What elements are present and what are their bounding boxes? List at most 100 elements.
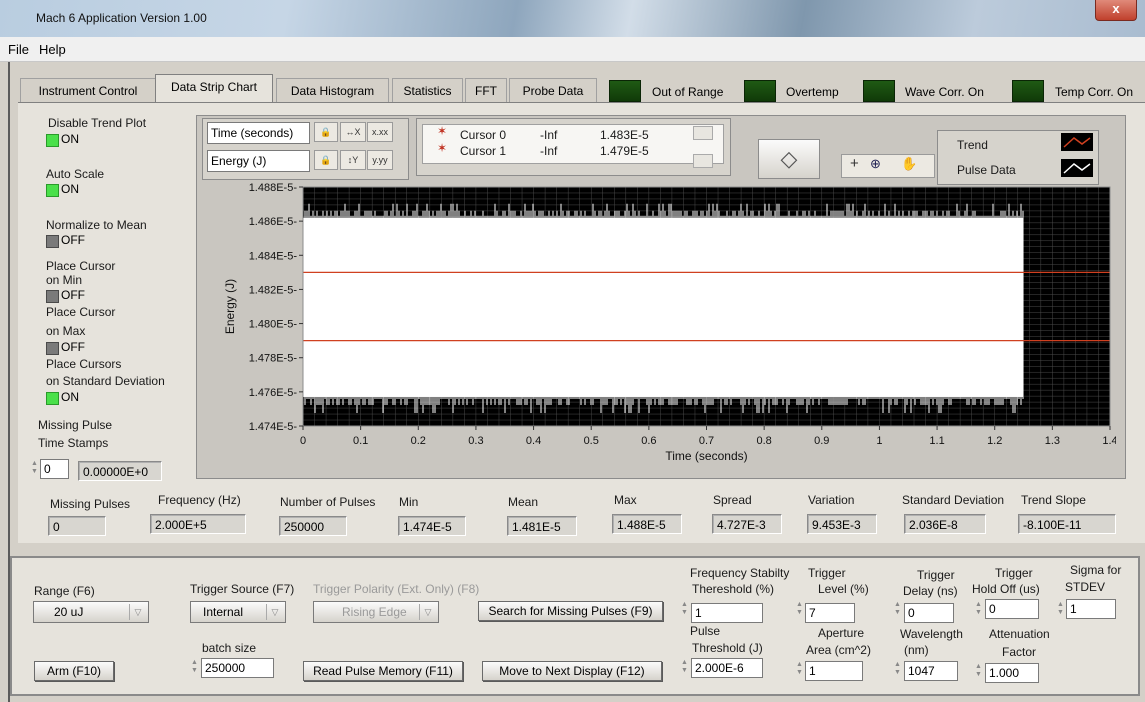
missing-ts-index-spinner[interactable]: ▲ ▼ xyxy=(30,460,39,478)
stat-spread-label: Spread xyxy=(713,493,752,507)
aperture-spinner[interactable]: ▲ ▼ xyxy=(795,661,804,679)
trigger-level-label2: Level (%) xyxy=(818,582,869,596)
y-axis-title: Energy (J) xyxy=(223,279,237,334)
stat-mean-value: 1.481E-5 xyxy=(507,516,577,536)
x-tick-label: 0.6 xyxy=(641,435,656,447)
trigger-level-spinner[interactable]: ▲ ▼ xyxy=(795,601,804,619)
normalize-state: OFF xyxy=(61,233,85,247)
holdoff-spinner[interactable]: ▲ ▼ xyxy=(974,601,983,619)
cursor-std-label1: Place Cursors xyxy=(46,357,122,371)
tab-statistics[interactable]: Statistics xyxy=(392,78,463,103)
tab-probe-data[interactable]: Probe Data xyxy=(509,78,597,103)
x-autoscale-icon[interactable]: ↔X xyxy=(340,122,366,142)
tab-data-histogram[interactable]: Data Histogram xyxy=(276,78,389,103)
stat-spread-value: 4.727E-3 xyxy=(712,514,782,534)
strip-chart[interactable]: 1.474E-5- 1.476E-5- 1.478E-5- 1.480E-5- 1.48… xyxy=(196,180,1116,476)
legend-trend-label: Trend xyxy=(957,138,988,152)
menu-help[interactable]: Help xyxy=(39,42,66,57)
trigger-polarity-value: Rising Edge xyxy=(342,605,407,619)
pan-tool-icon[interactable]: ✋ xyxy=(901,156,917,172)
tab-data-strip-chart[interactable]: Data Strip Chart xyxy=(155,74,273,104)
tab-fft[interactable]: FFT xyxy=(465,78,507,103)
cursor-move-icon[interactable]: ◇ xyxy=(758,139,820,179)
batch-size-spinner[interactable]: ▲ ▼ xyxy=(190,659,199,677)
out-of-range-led xyxy=(609,80,641,102)
trigger-delay-input[interactable]: 0 xyxy=(904,603,954,623)
holdoff-label1: Trigger xyxy=(995,566,1033,580)
x-lock-icon[interactable]: 🔒 xyxy=(314,122,338,142)
cursor-0-name[interactable]: Cursor 0 xyxy=(460,128,506,142)
cursor-std-toggle[interactable] xyxy=(46,392,59,405)
cursor-1-name[interactable]: Cursor 1 xyxy=(460,144,506,158)
close-button[interactable]: x xyxy=(1095,0,1137,21)
trigger-source-select[interactable]: Internal ▽ xyxy=(190,601,286,623)
x-tick-label: 0.9 xyxy=(814,435,829,447)
cursor-1-x: -Inf xyxy=(540,144,558,158)
cursor-legend-scroll-down[interactable] xyxy=(693,154,713,168)
y-scale-name[interactable]: Energy (J) xyxy=(207,150,310,172)
cursor-max-toggle[interactable] xyxy=(46,342,59,355)
trigger-level-label1: Trigger xyxy=(808,566,846,580)
holdoff-input[interactable]: 0 xyxy=(985,599,1039,619)
aperture-label1: Aperture xyxy=(818,626,865,640)
cursor-min-toggle[interactable] xyxy=(46,290,59,303)
cursor-min-label1: Place Cursor xyxy=(46,259,116,273)
trigger-polarity-select[interactable]: Rising Edge ▽ xyxy=(313,601,439,623)
disable-trend-toggle[interactable] xyxy=(46,134,59,147)
menu-file[interactable]: File xyxy=(8,42,29,57)
cursor-std-label2: on Standard Deviation xyxy=(46,374,165,388)
x-tick-label: 0.3 xyxy=(468,435,483,447)
trigger-delay-spinner[interactable]: ▲ ▼ xyxy=(893,601,902,619)
auto-scale-toggle[interactable] xyxy=(46,184,59,197)
normalize-label: Normalize to Mean xyxy=(46,218,147,232)
sigma-input[interactable]: 1 xyxy=(1066,599,1116,619)
wavelength-input[interactable]: 1047 xyxy=(904,661,958,681)
stat-slope-label: Trend Slope xyxy=(1021,493,1086,507)
missing-ts-label1: Missing Pulse xyxy=(38,418,113,432)
y-autoscale-icon[interactable]: ↕Y xyxy=(340,150,366,170)
tab-instrument-control[interactable]: Instrument Control xyxy=(20,78,156,103)
attenuation-spinner[interactable]: ▲ ▼ xyxy=(974,663,983,681)
missing-ts-index[interactable]: 0 xyxy=(40,459,69,479)
pulse-thresh-spinner[interactable]: ▲ ▼ xyxy=(680,659,689,677)
batch-size-input[interactable]: 250000 xyxy=(201,658,274,678)
menu-bar: File Help xyxy=(0,37,1145,62)
cursor-legend-scroll-up[interactable] xyxy=(693,126,713,140)
range-select[interactable]: 20 uJ ▽ xyxy=(33,601,149,623)
normalize-toggle[interactable] xyxy=(46,235,59,248)
stat-variation-label: Variation xyxy=(808,493,855,507)
cursor-max-state: OFF xyxy=(61,340,85,354)
legend-trend-swatch[interactable] xyxy=(1061,133,1093,151)
temp-corr-label: Temp Corr. On xyxy=(1055,85,1134,99)
stat-missing-value: 0 xyxy=(48,516,106,536)
sigma-spinner[interactable]: ▲ ▼ xyxy=(1056,601,1065,619)
y-format-icon[interactable]: y.yy xyxy=(367,150,393,170)
x-format-icon[interactable]: x.xx xyxy=(367,122,393,142)
crosshair-tool-icon[interactable]: + xyxy=(850,155,859,172)
arm-button[interactable]: Arm (F10) xyxy=(34,661,114,681)
zoom-tool-icon[interactable]: ⊕ xyxy=(870,156,881,172)
attenuation-input[interactable]: 1.000 xyxy=(985,663,1039,683)
x-scale-name[interactable]: Time (seconds) xyxy=(207,122,310,144)
x-tick-label: 1.3 xyxy=(1045,435,1060,447)
y-lock-icon[interactable]: 🔒 xyxy=(314,150,338,170)
read-pulse-memory-button[interactable]: Read Pulse Memory (F11) xyxy=(303,661,463,681)
move-next-display-button[interactable]: Move to Next Display (F12) xyxy=(482,661,662,681)
wavelength-spinner[interactable]: ▲ ▼ xyxy=(893,661,902,679)
cursor-min-state: OFF xyxy=(61,288,85,302)
aperture-input[interactable]: 1 xyxy=(805,661,863,681)
wavelength-label1: Wavelength xyxy=(900,627,963,641)
trigger-level-input[interactable]: 7 xyxy=(805,603,855,623)
stat-frequency-value: 2.000E+5 xyxy=(150,514,246,534)
search-missing-pulses-button[interactable]: Search for Missing Pulses (F9) xyxy=(478,601,663,621)
pulse-thresh-input[interactable]: 2.000E-6 xyxy=(691,658,763,678)
x-tick-label: 0 xyxy=(300,435,306,447)
wave-corr-led xyxy=(863,80,895,102)
title-bar: Mach 6 Application Version 1.00 x xyxy=(0,0,1145,37)
cursor-0-x: -Inf xyxy=(540,128,558,142)
freq-stab-spinner[interactable]: ▲ ▼ xyxy=(680,601,689,619)
legend-pulse-swatch[interactable] xyxy=(1061,159,1093,177)
freq-stab-input[interactable]: 1 xyxy=(691,603,763,623)
temp-corr-led xyxy=(1012,80,1044,102)
y-tick-label: 1.480E-5- xyxy=(249,319,298,331)
